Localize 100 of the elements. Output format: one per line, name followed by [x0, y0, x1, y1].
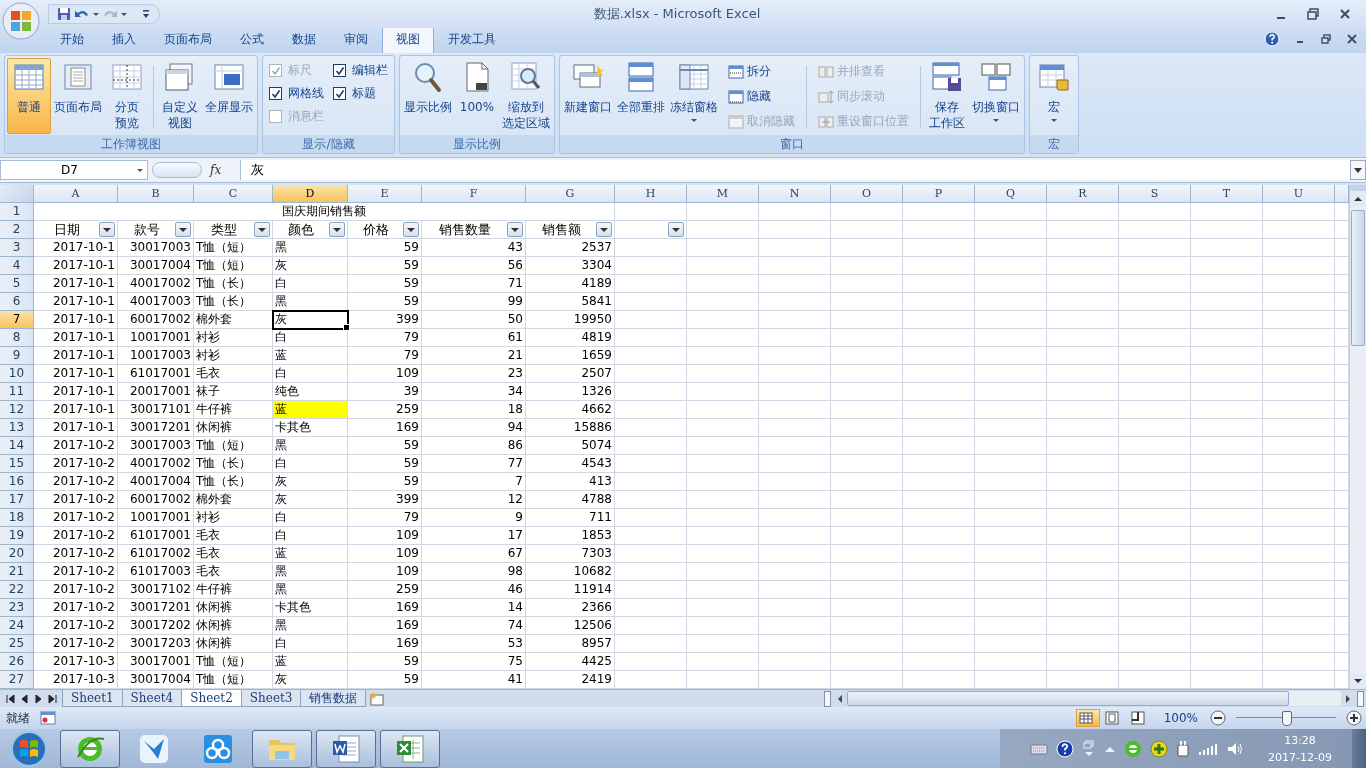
table-cell[interactable] [759, 527, 831, 545]
column-header[interactable]: P [903, 185, 975, 203]
table-cell[interactable] [831, 329, 903, 347]
table-cell[interactable]: 2017-10-2 [34, 635, 118, 653]
table-cell[interactable] [1047, 275, 1119, 293]
table-cell[interactable] [903, 581, 975, 599]
table-cell[interactable] [615, 509, 687, 527]
table-cell[interactable]: 17 [422, 527, 526, 545]
table-cell[interactable]: 40017004 [118, 473, 194, 491]
table-cell[interactable] [1047, 419, 1119, 437]
row-header[interactable]: 7 [0, 311, 34, 329]
table-cell[interactable] [615, 401, 687, 419]
table-cell[interactable] [687, 635, 759, 653]
table-cell[interactable]: 2366 [526, 599, 615, 617]
table-cell[interactable]: 2017-10-1 [34, 419, 118, 437]
table-cell[interactable] [759, 617, 831, 635]
table-cell[interactable]: 2017-10-2 [34, 491, 118, 509]
table-cell[interactable] [1119, 473, 1191, 491]
table-cell[interactable]: 59 [348, 473, 422, 491]
ribbon-button[interactable]: 冻结窗格 [668, 58, 720, 134]
table-cell[interactable]: 黑 [273, 239, 348, 257]
ribbon-tab[interactable]: 开发工具 [434, 26, 510, 53]
table-cell[interactable] [831, 437, 903, 455]
table-cell[interactable]: 23 [422, 365, 526, 383]
table-cell[interactable] [831, 401, 903, 419]
row-header[interactable]: 19 [0, 527, 34, 545]
table-cell[interactable]: 7 [422, 473, 526, 491]
filter-button[interactable] [403, 222, 419, 237]
table-cell[interactable] [615, 527, 687, 545]
column-header[interactable]: U [1263, 185, 1335, 203]
table-cell[interactable] [615, 653, 687, 671]
table-cell[interactable] [903, 491, 975, 509]
table-cell[interactable] [1191, 203, 1263, 221]
table-cell[interactable] [1263, 383, 1335, 401]
table-cell[interactable] [615, 563, 687, 581]
table-cell[interactable] [1119, 383, 1191, 401]
table-cell[interactable]: 2017-10-1 [34, 257, 118, 275]
formula-field[interactable]: 灰 [240, 160, 1350, 180]
table-cell[interactable] [903, 419, 975, 437]
table-cell[interactable]: 灰 [273, 491, 348, 509]
table-cell[interactable] [1263, 491, 1335, 509]
ribbon-button[interactable]: 新建窗口 [562, 58, 614, 134]
table-cell[interactable] [1047, 257, 1119, 275]
table-cell[interactable] [975, 329, 1047, 347]
table-cell[interactable]: 12 [422, 491, 526, 509]
table-cell[interactable]: T恤（长） [194, 473, 273, 491]
table-cell[interactable]: 蓝 [273, 347, 348, 365]
column-header[interactable]: A [34, 185, 118, 203]
table-cell[interactable] [615, 437, 687, 455]
row-header[interactable]: 24 [0, 617, 34, 635]
table-cell[interactable]: 99 [422, 293, 526, 311]
ribbon-button[interactable]: 全屏显示 [203, 58, 255, 134]
table-cell[interactable] [831, 545, 903, 563]
ribbon-button[interactable]: 自定义 视图 [158, 58, 202, 134]
table-cell[interactable]: 3304 [526, 257, 615, 275]
table-cell[interactable] [1119, 203, 1191, 221]
plus-icon[interactable] [1150, 740, 1168, 758]
vertical-scrollbar[interactable] [1349, 185, 1366, 689]
table-cell[interactable] [1119, 581, 1191, 599]
table-cell[interactable] [1263, 419, 1335, 437]
table-cell[interactable] [687, 311, 759, 329]
slider-thumb[interactable] [1282, 711, 1292, 726]
table-cell[interactable] [1047, 635, 1119, 653]
ribbon-button[interactable]: 页面布局 [52, 58, 104, 134]
table-cell[interactable]: 30017001 [118, 653, 194, 671]
checkbox[interactable] [269, 87, 282, 100]
table-cell[interactable] [1191, 509, 1263, 527]
table-cell[interactable] [903, 383, 975, 401]
nav-arrow-icon[interactable] [6, 693, 15, 704]
table-cell[interactable] [903, 635, 975, 653]
table-cell[interactable]: 白 [273, 329, 348, 347]
table-cell[interactable] [687, 527, 759, 545]
table-cell[interactable]: 蓝 [273, 545, 348, 563]
table-cell[interactable] [1263, 401, 1335, 419]
table-cell[interactable]: 711 [526, 509, 615, 527]
table-cell[interactable]: 50 [422, 311, 526, 329]
table-cell[interactable]: 109 [348, 365, 422, 383]
table-cell[interactable] [687, 653, 759, 671]
table-cell[interactable]: 60017002 [118, 311, 194, 329]
zoom-level[interactable]: 100% [1161, 711, 1200, 725]
table-cell[interactable] [687, 509, 759, 527]
table-cell[interactable] [903, 599, 975, 617]
ribbon-button[interactable]: 显示比例 [402, 58, 454, 134]
table-cell[interactable] [1191, 599, 1263, 617]
table-cell[interactable]: 19950 [526, 311, 615, 329]
table-cell[interactable]: 白 [273, 509, 348, 527]
table-cell[interactable] [831, 491, 903, 509]
table-cell[interactable]: 销售数量 [422, 221, 526, 239]
table-cell[interactable]: T恤（短） [194, 437, 273, 455]
table-cell[interactable]: 61 [422, 329, 526, 347]
table-cell[interactable]: 袜子 [194, 383, 273, 401]
table-cell[interactable] [615, 365, 687, 383]
taskbar-button[interactable] [380, 730, 440, 768]
row-header[interactable]: 10 [0, 365, 34, 383]
table-cell[interactable] [759, 275, 831, 293]
table-cell[interactable] [1047, 239, 1119, 257]
table-cell[interactable]: 衬衫 [194, 509, 273, 527]
ribbon-button[interactable]: 隐藏 [725, 85, 798, 108]
table-cell[interactable] [687, 545, 759, 563]
table-cell[interactable] [1191, 239, 1263, 257]
